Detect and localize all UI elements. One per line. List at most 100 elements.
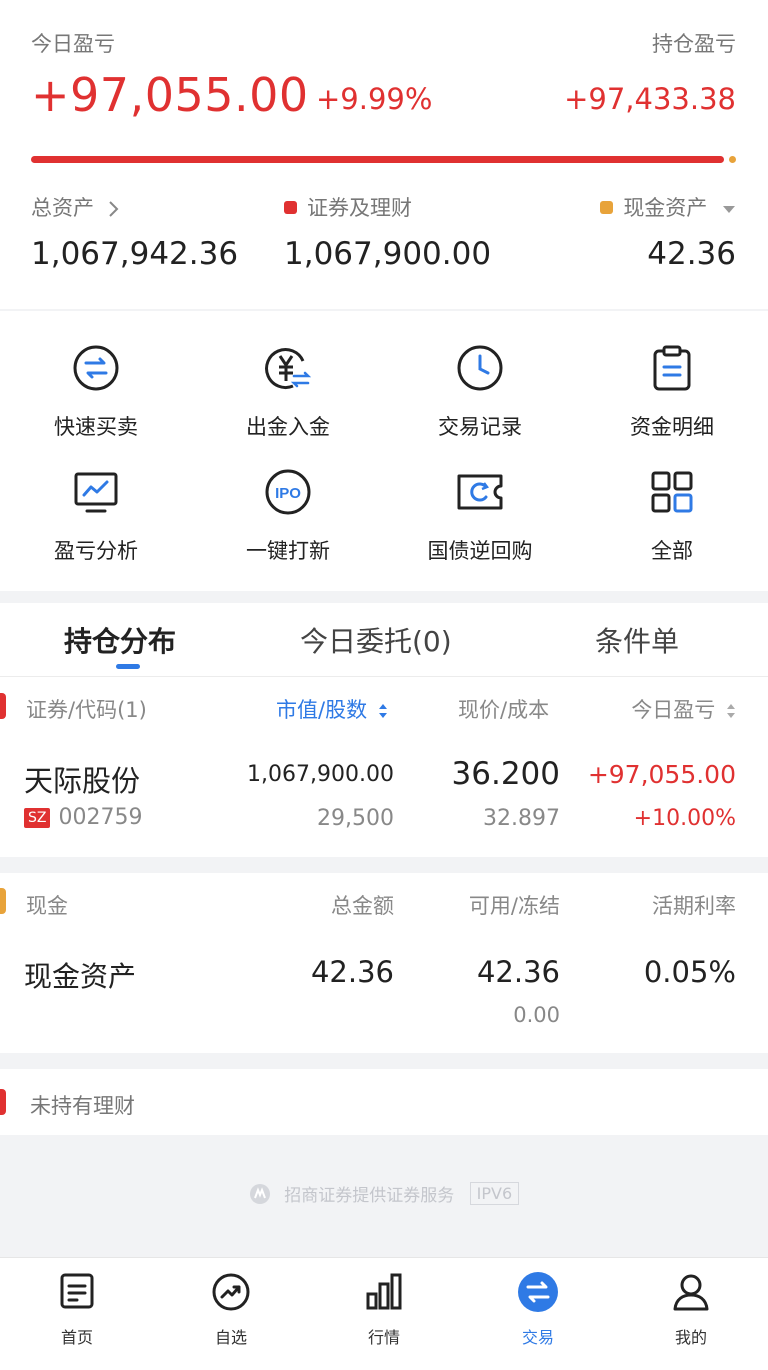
clipboard-icon bbox=[653, 345, 691, 391]
nav-label: 交易 bbox=[521, 1328, 554, 1347]
section-divider bbox=[0, 1053, 768, 1069]
stock-name: 天际股份 bbox=[24, 764, 141, 798]
trade-swap-icon bbox=[518, 1272, 558, 1312]
quick-action-label: 资金明细 bbox=[630, 415, 714, 439]
quick-action-pl-analysis[interactable]: 盈亏分析 bbox=[0, 467, 192, 565]
quick-action-label: 快速买卖 bbox=[54, 415, 138, 439]
nav-watchlist[interactable]: 自选 bbox=[154, 1270, 308, 1348]
nav-market[interactable]: 行情 bbox=[307, 1270, 461, 1348]
cash-total: 42.36 bbox=[310, 955, 394, 989]
grid-icon bbox=[651, 471, 693, 513]
header-security-code: 证券/代码(1) bbox=[26, 698, 147, 722]
total-assets-link[interactable]: 总资产 bbox=[31, 192, 121, 222]
cash-legend-dropdown[interactable]: 现金资产 bbox=[600, 192, 736, 222]
triangle-down-icon bbox=[723, 206, 735, 213]
nav-label: 行情 bbox=[367, 1328, 400, 1347]
market-badge: SZ bbox=[24, 808, 51, 828]
svg-text:IPO: IPO bbox=[275, 485, 301, 502]
sort-icon bbox=[727, 704, 735, 718]
quick-action-reverse-repo[interactable]: 国债逆回购 bbox=[384, 467, 576, 565]
wealth-title: 未持有理财 bbox=[30, 1094, 135, 1118]
current-price: 36.200 bbox=[451, 756, 560, 792]
quick-action-deposit-withdraw[interactable]: 出金入金 bbox=[192, 343, 384, 441]
cash-asset-name: 现金资产 bbox=[24, 960, 137, 993]
today-pl-percent: +9.99% bbox=[316, 82, 433, 116]
stock-code-value: 002759 bbox=[58, 805, 143, 830]
market-value: 1,067,900.00 bbox=[247, 762, 394, 787]
quick-action-trade-history[interactable]: 交易记录 bbox=[384, 343, 576, 441]
securities-value: 1,067,900.00 bbox=[284, 236, 492, 272]
total-assets-label: 总资产 bbox=[31, 196, 94, 220]
ticket-cycle-icon bbox=[457, 474, 503, 510]
sort-icon bbox=[378, 704, 387, 718]
chevron-right-icon bbox=[108, 201, 119, 217]
bottom-nav: 首页 自选 行情 交易 我的 bbox=[0, 1257, 768, 1370]
holding-pl-label: 持仓盈亏 bbox=[652, 32, 736, 56]
ipv6-badge: IPV6 bbox=[469, 1182, 520, 1205]
wealth-accent bbox=[0, 1089, 6, 1115]
nav-label: 自选 bbox=[214, 1328, 247, 1347]
cash-header-total: 总金额 bbox=[331, 894, 394, 918]
quick-action-fast-trade[interactable]: 快速买卖 bbox=[0, 343, 192, 441]
cash-value: 42.36 bbox=[647, 236, 736, 272]
quick-action-label: 交易记录 bbox=[438, 415, 522, 439]
account-summary: 今日盈亏 持仓盈亏 +97,055.00 +9.99% +97,433.38 总… bbox=[0, 0, 768, 310]
quick-action-label: 一键打新 bbox=[246, 539, 330, 563]
quick-action-fund-details[interactable]: 资金明细 bbox=[576, 343, 768, 441]
share-count: 29,500 bbox=[317, 806, 394, 831]
chart-monitor-icon bbox=[74, 472, 118, 513]
yuan-transfer-icon bbox=[265, 348, 312, 390]
header-today-pl: 今日盈亏 bbox=[631, 698, 716, 722]
stock-code: SZ 002759 bbox=[24, 805, 142, 830]
quick-action-label: 国债逆回购 bbox=[427, 539, 533, 563]
header-market-value-sort[interactable]: 市值/股数 bbox=[276, 694, 388, 724]
allocation-bar-cash bbox=[729, 156, 736, 163]
cash-accent bbox=[0, 888, 6, 914]
cash-header-available-frozen: 可用/冻结 bbox=[468, 894, 560, 918]
divider bbox=[0, 676, 768, 677]
service-footer: 招商证券提供证券服务 IPV6 bbox=[0, 1181, 768, 1206]
quick-action-label: 盈亏分析 bbox=[54, 539, 138, 563]
nav-trade[interactable]: 交易 bbox=[461, 1270, 615, 1348]
quick-action-label: 出金入金 bbox=[246, 415, 330, 439]
tab-conditional-orders[interactable]: 条件单 bbox=[595, 620, 679, 660]
broker-logo-icon bbox=[249, 1183, 270, 1204]
header-today-pl-sort[interactable]: 今日盈亏 bbox=[631, 694, 736, 724]
section-divider bbox=[0, 591, 768, 603]
cash-frozen: 0.00 bbox=[513, 1003, 560, 1027]
securities-accent bbox=[0, 693, 6, 719]
cash-rate: 0.05% bbox=[643, 955, 736, 989]
nav-label: 我的 bbox=[674, 1328, 707, 1347]
cash-legend-swatch bbox=[600, 200, 614, 214]
cost-price: 32.897 bbox=[483, 806, 560, 831]
quick-action-ipo-subscribe[interactable]: IPO 一键打新 bbox=[192, 467, 384, 565]
section-divider bbox=[0, 857, 768, 873]
quick-action-label: 全部 bbox=[651, 539, 693, 563]
nav-label: 首页 bbox=[60, 1328, 93, 1347]
securities-legend-swatch bbox=[284, 200, 297, 214]
cash-header-rate: 活期利率 bbox=[652, 894, 736, 918]
divider bbox=[0, 309, 768, 311]
total-assets-value: 1,067,942.36 bbox=[31, 236, 239, 272]
cash-available: 42.36 bbox=[476, 955, 560, 989]
holding-pl-value: +97,433.38 bbox=[564, 82, 736, 116]
quick-action-all[interactable]: 全部 bbox=[576, 467, 768, 565]
swap-circle-icon bbox=[73, 345, 119, 391]
user-icon bbox=[673, 1274, 709, 1311]
today-pl-value: +97,055.00 bbox=[31, 68, 309, 122]
cash-header-title: 现金 bbox=[26, 894, 68, 918]
stock-today-pl: +97,055.00 bbox=[587, 760, 736, 789]
allocation-bar-securities bbox=[31, 156, 724, 163]
stock-today-pl-percent: +10.00% bbox=[633, 806, 736, 831]
header-price-cost: 现价/成本 bbox=[458, 698, 550, 722]
tab-today-orders[interactable]: 今日委托(0) bbox=[300, 620, 452, 660]
clock-icon bbox=[457, 345, 503, 391]
today-pl-label: 今日盈亏 bbox=[31, 32, 115, 56]
tab-holdings[interactable]: 持仓分布 bbox=[64, 620, 176, 660]
trend-circle-icon bbox=[212, 1273, 250, 1311]
home-doc-icon bbox=[60, 1273, 94, 1309]
nav-profile[interactable]: 我的 bbox=[614, 1270, 768, 1348]
nav-home[interactable]: 首页 bbox=[0, 1270, 154, 1348]
active-tab-indicator bbox=[116, 664, 140, 669]
cash-label: 现金资产 bbox=[623, 196, 708, 220]
